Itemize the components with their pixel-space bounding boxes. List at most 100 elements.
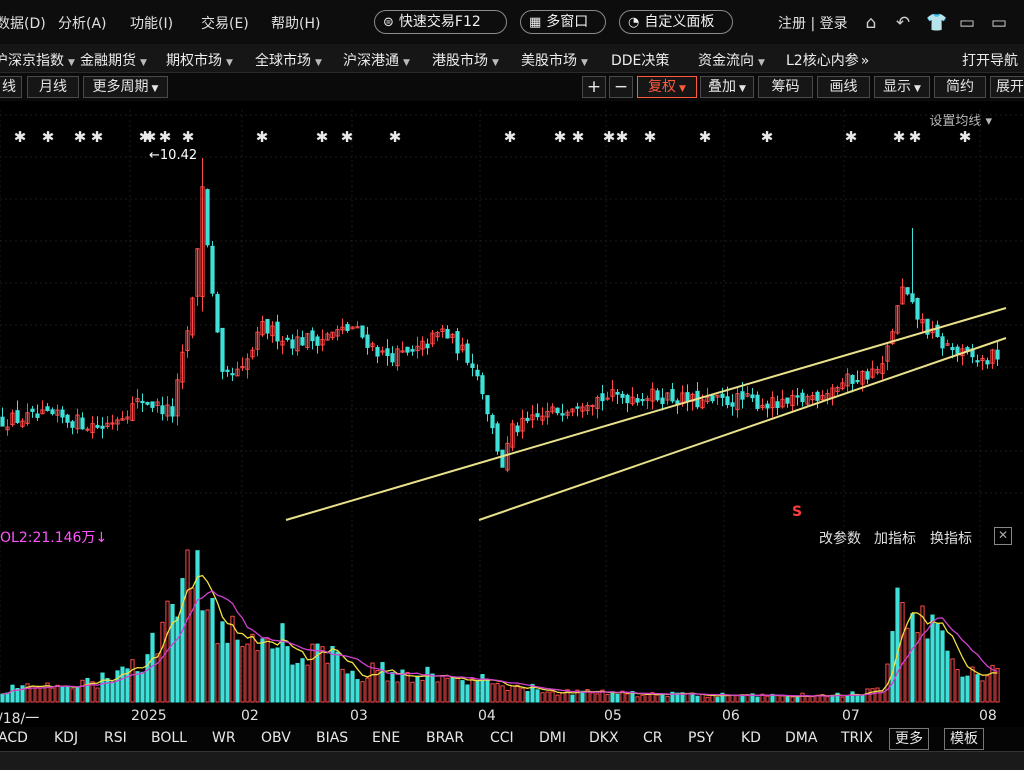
close-icon[interactable]: ✕ (994, 527, 1012, 545)
more-periods-button[interactable]: 更多周期 ▼ (83, 76, 168, 98)
switch-indicator-button[interactable]: 换指标 (930, 528, 972, 548)
volume-bar (685, 692, 690, 703)
indicator-tab[interactable]: KDJ (54, 730, 78, 746)
nav-dde[interactable]: DDE决策 (611, 50, 669, 70)
candle-body (460, 344, 465, 351)
open-nav-button[interactable]: 打开导航 (962, 50, 1018, 70)
period-day-button[interactable]: 线 (0, 76, 22, 98)
candlestick-chart[interactable]: ✱ ✱ ✱ ✱ ✱✱ ✱ ✱ ✱ ✱ ✱ ✱ ✱ ✱ ✱ ✱ ✱ ✱ ✱ ✱ ✱ ✱ ✱ ✱ (0, 0, 1024, 769)
indicator-tab[interactable]: TRIX (841, 730, 873, 746)
back-icon[interactable]: ↶ (894, 14, 912, 32)
candle-body (40, 409, 45, 415)
candle-body (695, 390, 700, 408)
indicator-tab[interactable]: CR (643, 730, 663, 746)
multi-window-button[interactable]: ▦ 多窗口 (520, 10, 606, 34)
nav-index[interactable]: 沪深京指数 ▼ (0, 50, 75, 70)
display-button[interactable]: 显示 ▼ (874, 76, 930, 98)
indicator-tab[interactable]: RSI (104, 730, 127, 746)
indicator-more-button[interactable]: 更多 (889, 728, 929, 750)
draw-line-button[interactable]: 画线 (817, 76, 870, 98)
candle-body (65, 414, 70, 423)
candle-body (360, 325, 365, 338)
quick-trade-button[interactable]: ⊜ 快速交易F12 (374, 10, 507, 34)
period-month-button[interactable]: 月线 (27, 76, 79, 98)
candle-body (130, 403, 135, 421)
volume-bar (595, 693, 600, 703)
candle-body (750, 394, 755, 399)
event-marker: ✱ (761, 128, 774, 146)
candle-body (525, 417, 530, 422)
indicator-template-button[interactable]: 模板 (944, 728, 984, 750)
candle-body (910, 293, 915, 303)
set-ma-link[interactable]: 设置均线 ▾ (929, 110, 992, 129)
nav-us[interactable]: 美股市场 ▼ (521, 50, 588, 70)
menu-analysis[interactable]: 分析(A) (58, 13, 107, 33)
window-icon[interactable]: ▭ (958, 14, 976, 32)
candle-body (635, 398, 640, 403)
minimize-icon[interactable]: ▭ (990, 14, 1008, 32)
home-icon[interactable]: ⌂ (862, 14, 880, 32)
nav-hk[interactable]: 港股市场 ▼ (432, 50, 499, 70)
volume-bar (965, 675, 970, 703)
indicator-tab[interactable]: WR (212, 730, 236, 746)
indicator-tab[interactable]: KD (741, 730, 761, 746)
fuquan-button[interactable]: 复权 ▼ (637, 76, 697, 98)
custom-panel-button[interactable]: ◔ 自定义面板 (619, 10, 733, 34)
indicator-tab[interactable]: PSY (688, 730, 714, 746)
volume-bar (650, 692, 655, 703)
nav-futures[interactable]: 金融期货 ▼ (80, 50, 147, 70)
simple-button[interactable]: 简约 (934, 76, 986, 98)
menu-help[interactable]: 帮助(H) (271, 13, 320, 33)
expand-button[interactable]: 展开 (990, 76, 1024, 98)
candle-body (375, 347, 380, 357)
indicator-tab[interactable]: DMA (785, 730, 817, 746)
indicator-tab[interactable]: ENE (372, 730, 400, 746)
add-indicator-button[interactable]: 加指标 (874, 528, 916, 548)
volume-bar (280, 623, 285, 703)
chips-button[interactable]: 筹码 (758, 76, 813, 98)
volume-bar (30, 686, 35, 703)
overlay-button[interactable]: 叠加 ▼ (700, 76, 754, 98)
shirt-icon[interactable]: 👕 (926, 14, 947, 32)
event-marker: ✱ (845, 128, 858, 146)
date-label: /18/一 (0, 711, 40, 727)
volume-bar (920, 605, 925, 703)
volume-bar (485, 680, 490, 703)
nav-connect[interactable]: 沪深港通 ▼ (343, 50, 410, 70)
volume-bar (620, 690, 625, 703)
zoom-out-button[interactable]: − (609, 76, 633, 98)
change-param-button[interactable]: 改参数 (819, 528, 861, 548)
event-marker: ✱ (389, 128, 402, 146)
event-marker: ✱ (74, 128, 87, 146)
indicator-tab[interactable]: ACD (0, 730, 28, 746)
volume-bar (100, 672, 105, 703)
nav-capital-flow[interactable]: 资金流向 ▼ (698, 50, 765, 70)
nav-l2[interactable]: L2核心内参» (786, 50, 869, 70)
candle-body (610, 389, 615, 397)
candle-body (665, 392, 670, 401)
menu-data[interactable]: 数据(D) (0, 13, 46, 33)
indicator-tab[interactable]: CCI (490, 730, 514, 746)
zoom-in-button[interactable]: + (582, 76, 606, 98)
candle-body (275, 321, 280, 342)
candle-body (445, 329, 450, 339)
indicator-tab[interactable]: BOLL (151, 730, 187, 746)
nav-global[interactable]: 全球市场 ▼ (255, 50, 322, 70)
nav-options[interactable]: 期权市场 ▼ (166, 50, 233, 70)
candle-body (85, 428, 90, 431)
volume-bar (905, 627, 910, 703)
candle-body (220, 327, 225, 372)
indicator-tab[interactable]: BRAR (426, 730, 464, 746)
indicator-tab[interactable]: DMI (539, 730, 566, 746)
indicator-tab[interactable]: BIAS (316, 730, 348, 746)
volume-bar (145, 654, 150, 703)
candle-body (380, 350, 385, 353)
menu-trade[interactable]: 交易(E) (201, 13, 249, 33)
login-link[interactable]: 注册 | 登录 (778, 13, 848, 33)
volume-bar (865, 688, 870, 703)
candle-body (480, 375, 485, 395)
menu-function[interactable]: 功能(I) (130, 13, 173, 33)
indicator-tab[interactable]: OBV (261, 730, 291, 746)
indicator-tab[interactable]: DKX (589, 730, 619, 746)
candle-body (300, 337, 305, 346)
